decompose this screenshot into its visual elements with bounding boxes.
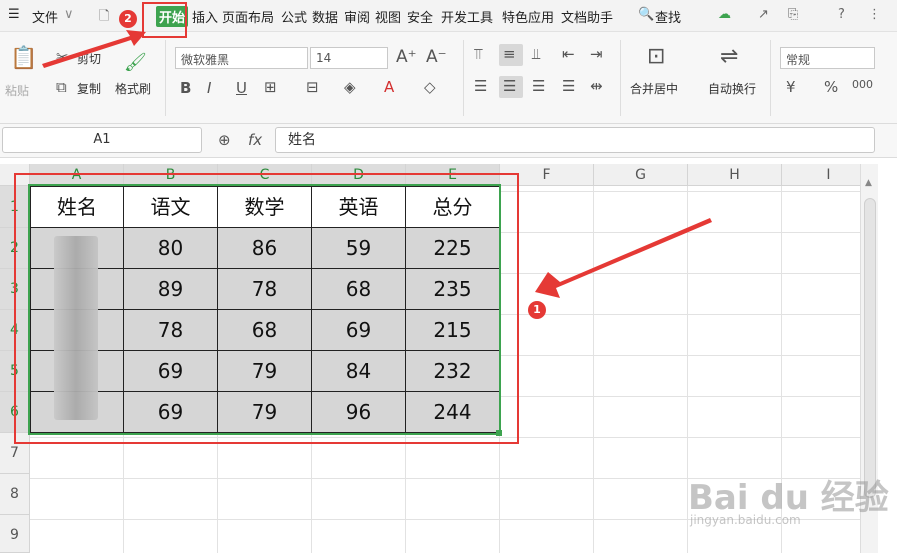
watermark-url: jingyan.baidu.com [690,513,801,527]
watermark-logo: Bai du 经验 [688,478,889,518]
arrow-to-tab [42,30,146,68]
arrow-to-table [535,218,712,298]
